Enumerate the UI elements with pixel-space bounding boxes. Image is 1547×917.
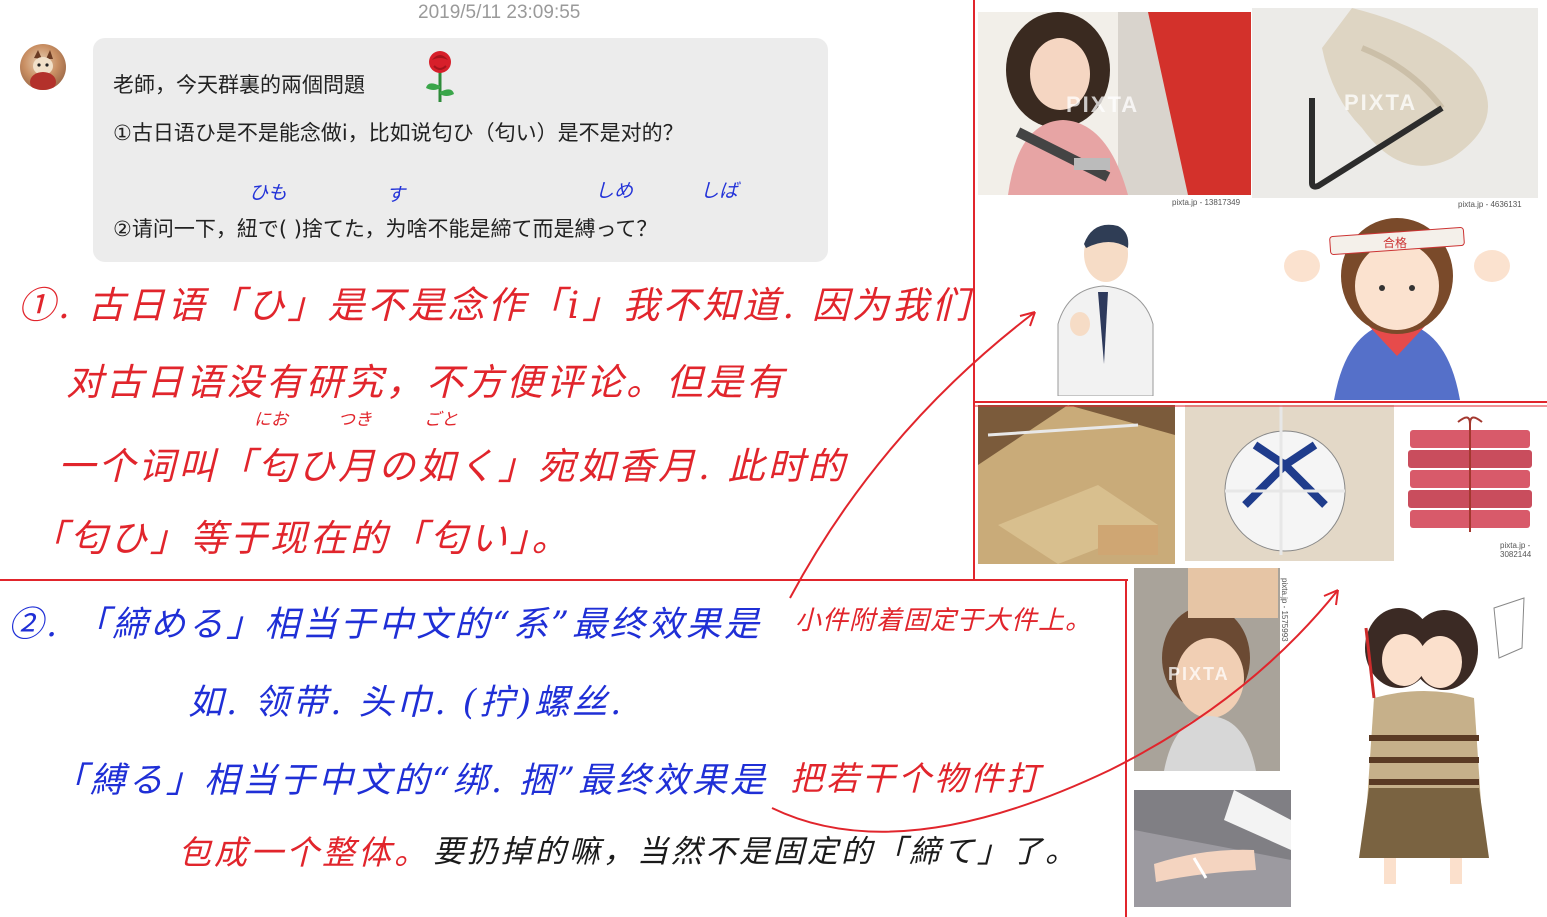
answer2-line4-red: 包成一个整体。 <box>178 833 430 872</box>
ruby-tsuki: つき <box>338 410 372 430</box>
ruby-shime: しめ <box>595 180 634 202</box>
answer2-line2-blue: 如. 领带. 头巾. (拧)螺丝. <box>188 683 625 723</box>
answer2-line3-blue: 「縛る」相当于中文的“绑. 捆”最终效果是 <box>52 761 769 801</box>
photo-girl-hair-tie: PIXTA <box>1134 568 1280 771</box>
caption-1: pixta.jp - 13817349 <box>1172 198 1241 207</box>
answer1-line2: 对古日语没有研究，不方便评论。但是有 <box>66 361 786 404</box>
illustration-tied-books <box>1400 410 1542 544</box>
caption-4: pixta.jp - 1575993 <box>1280 578 1289 642</box>
answer2-line3-red: 把若干个物件打 <box>790 759 1042 798</box>
photo-cardboard-boxes <box>978 405 1175 564</box>
message-line-1: 老師，今天群裏的兩個問題 <box>113 73 365 97</box>
answer2-line4-black: 要扔掉的嘛，当然不是固定的「締て」了。 <box>433 834 1079 870</box>
photo-seatbelt-woman: PIXTA <box>978 12 1251 195</box>
ruby-himo: ひも <box>249 182 288 204</box>
avatar-fox-icon <box>30 50 56 90</box>
arrow-head-1 <box>1019 311 1036 327</box>
avatar[interactable] <box>20 44 66 90</box>
ruby-nioi: にお <box>254 410 288 430</box>
watermark-3: PIXTA <box>1168 664 1230 684</box>
illustration-anime-girls-tied <box>1314 588 1534 888</box>
photo-tied-wrists <box>1134 790 1291 907</box>
photo-tied-soccer-ball <box>1185 405 1394 561</box>
answer1-line4: 「匂ひ」等于现在的「匂い」。 <box>30 517 572 560</box>
headband-text: 合格 <box>1383 236 1408 250</box>
watermark-2: PIXTA <box>1344 90 1418 115</box>
answer1-line3: 一个词叫「匂ひ月の如く」宛如香月. 此时的 <box>58 445 848 488</box>
ruby-su: す <box>386 184 406 206</box>
message-timestamp: 2019/5/11 23:09:55 <box>418 2 581 23</box>
illustration-man-tie <box>1038 214 1168 396</box>
rose-emoji-icon <box>422 48 458 108</box>
watermark-1: PIXTA <box>1066 92 1140 117</box>
message-line-2: ①古日语ひ是不是能念做i，比如说匂ひ（匂い）是不是对的？ <box>113 121 684 145</box>
ruby-shiba: しば <box>700 180 739 202</box>
ruby-gotoku: ごと <box>424 410 458 430</box>
answer2-line1-red: 小件附着固定于大件上。 <box>795 606 1093 636</box>
photo-glove-hexkey: PIXTA <box>1252 8 1538 198</box>
answer2-line1-blue: ②. 「締める」相当于中文的“系”最终效果是 <box>8 605 763 645</box>
caption-3: pixta.jp - 3082144 <box>1500 541 1532 559</box>
answer1-line1: ①. 古日语「ひ」是不是念作「i」我不知道. 因为我们 <box>18 284 972 327</box>
message-line-3: ②请问一下，紐で( )捨てた，为啥不能是締て而是縛って？ <box>113 217 658 241</box>
illustration-schoolgirl-headband: 合格 <box>1252 206 1542 400</box>
